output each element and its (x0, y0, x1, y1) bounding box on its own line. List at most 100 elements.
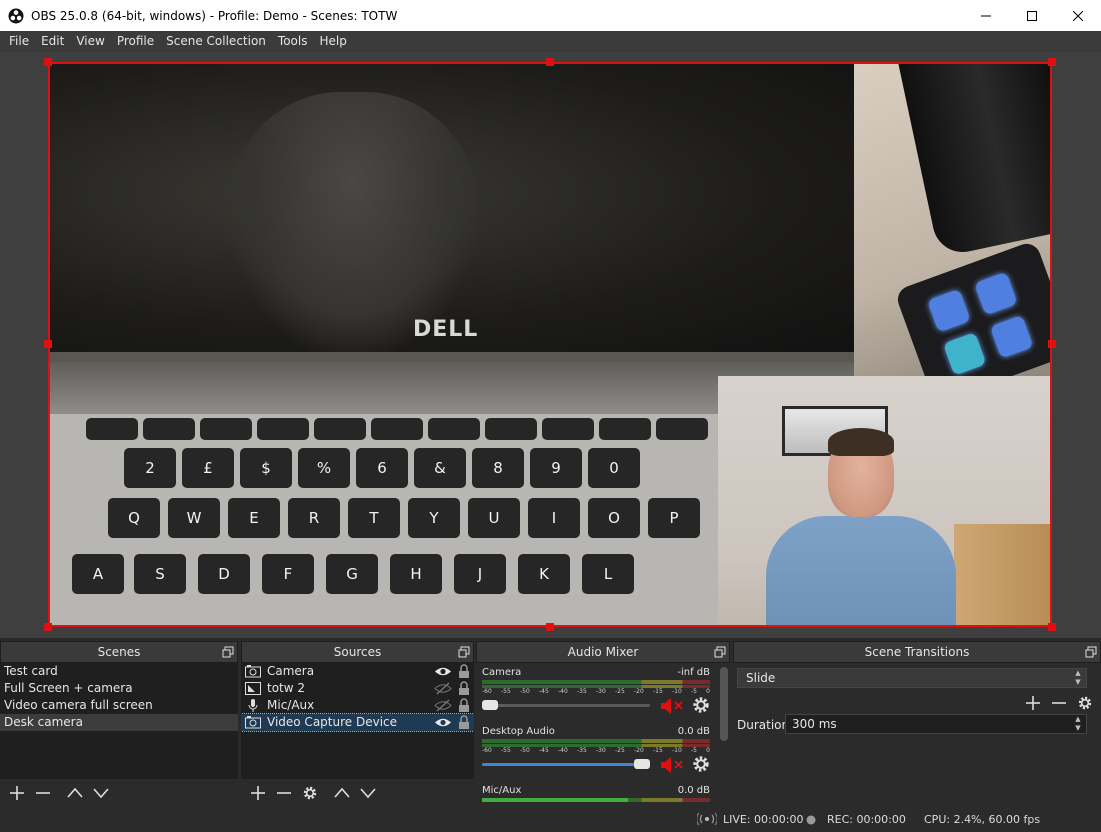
keyboard-key (485, 418, 537, 440)
resize-handle[interactable] (44, 58, 52, 66)
record-dot-icon (806, 815, 816, 825)
scale-tick: -55 (501, 688, 511, 695)
lock-icon[interactable] (458, 698, 470, 713)
keyboard-key (86, 418, 138, 440)
scene-item[interactable]: Full Screen + camera (0, 680, 238, 697)
scene-transitions-dock-header: Scene Transitions (733, 641, 1101, 663)
resize-handle[interactable] (546, 58, 554, 66)
plus-icon (1026, 696, 1040, 710)
source-item[interactable]: Mic/Aux (241, 697, 474, 714)
stream-deck-key (989, 314, 1034, 359)
scenes-title: Scenes (97, 645, 141, 659)
maximize-button[interactable] (1009, 0, 1055, 31)
visibility-hidden-icon[interactable] (434, 682, 452, 695)
source-label: totw 2 (267, 681, 306, 695)
sources-title: Sources (333, 645, 382, 659)
menu-scene-collection[interactable]: Scene Collection (160, 31, 272, 52)
meter-scale: -60 -55 -50 -45 -40 -35 -30 -25 -20 -15 -10 -5 0 (482, 747, 710, 754)
preview-area[interactable]: DELL 2 £ $ % 6 & 8 9 0 Q W E R T Y U I O… (0, 52, 1101, 638)
menu-help[interactable]: Help (313, 31, 352, 52)
muted-speaker-icon[interactable] (660, 756, 684, 774)
muted-speaker-icon[interactable] (660, 697, 684, 715)
remove-scene-button[interactable] (30, 781, 56, 805)
keyboard-key: 8 (472, 448, 524, 488)
live-timer: LIVE: 00:00:00 (723, 813, 804, 826)
move-source-up-button[interactable] (329, 781, 355, 805)
stream-deck-key (942, 332, 987, 376)
scene-item-selected[interactable]: Desk camera (0, 714, 238, 731)
menu-edit[interactable]: Edit (35, 31, 70, 52)
scale-tick: -55 (501, 747, 511, 754)
close-button[interactable] (1055, 0, 1101, 31)
gear-icon[interactable] (692, 755, 710, 773)
menu-tools[interactable]: Tools (272, 31, 314, 52)
visibility-eye-icon[interactable] (434, 665, 452, 678)
source-label: Mic/Aux (267, 698, 315, 712)
preview-canvas[interactable]: DELL 2 £ $ % 6 & 8 9 0 Q W E R T Y U I O… (48, 62, 1052, 627)
transition-select[interactable]: Slide ▲ ▼ (737, 668, 1087, 688)
scene-transitions-dock: Scene Transitions Slide ▲ ▼ Duration 300 … (733, 641, 1101, 806)
spin-arrows-icon[interactable]: ▲ ▼ (1070, 715, 1086, 733)
source-item[interactable]: totw 2 (241, 680, 474, 697)
scale-tick: -5 (691, 747, 697, 754)
add-transition-button[interactable] (1020, 691, 1046, 715)
gear-icon[interactable] (692, 696, 710, 714)
keyboard-key (656, 418, 708, 440)
menu-bar: File Edit View Profile Scene Collection … (0, 31, 1101, 52)
audio-mixer-dock-header: Audio Mixer (476, 641, 730, 663)
float-dock-icon[interactable] (1085, 646, 1097, 658)
visibility-hidden-icon[interactable] (434, 699, 452, 712)
volume-slider-knob[interactable] (482, 700, 498, 710)
float-dock-icon[interactable] (458, 646, 470, 658)
float-dock-icon[interactable] (714, 646, 726, 658)
duration-label: Duration (737, 718, 790, 732)
keyboard-key: 2 (124, 448, 176, 488)
add-scene-button[interactable] (4, 781, 30, 805)
rec-timer: REC: 00:00:00 (827, 813, 906, 826)
keyboard-key (371, 418, 423, 440)
remove-source-button[interactable] (271, 781, 297, 805)
source-item[interactable]: Camera (241, 663, 474, 680)
source-label: Video Capture Device (267, 715, 398, 729)
move-scene-down-button[interactable] (88, 781, 114, 805)
menu-profile[interactable]: Profile (111, 31, 160, 52)
keyboard-key: Q (108, 498, 160, 538)
keyboard-key: F (262, 554, 314, 594)
mixer-scrollbar[interactable] (720, 667, 728, 741)
resize-handle[interactable] (1048, 58, 1056, 66)
image-icon (245, 682, 261, 695)
remove-transition-button[interactable] (1046, 691, 1072, 715)
resize-handle[interactable] (44, 623, 52, 631)
duration-value: 300 ms (792, 717, 837, 731)
move-source-down-button[interactable] (355, 781, 381, 805)
volume-slider-knob[interactable] (634, 759, 650, 769)
menu-file[interactable]: File (3, 31, 35, 52)
volume-slider[interactable] (482, 700, 650, 710)
resize-handle[interactable] (546, 623, 554, 631)
float-dock-icon[interactable] (222, 646, 234, 658)
keyboard-key: R (288, 498, 340, 538)
transition-properties-button[interactable] (1072, 691, 1098, 715)
move-scene-up-button[interactable] (62, 781, 88, 805)
scenes-list: Test card Full Screen + camera Video cam… (0, 663, 238, 779)
volume-slider[interactable] (482, 759, 650, 769)
scene-item[interactable]: Video camera full screen (0, 697, 238, 714)
scene-item[interactable]: Test card (0, 663, 238, 680)
source-properties-button[interactable] (297, 781, 323, 805)
lock-icon[interactable] (458, 715, 470, 730)
keyboard-key (542, 418, 594, 440)
visibility-eye-icon[interactable] (434, 716, 452, 729)
duration-spinbox[interactable]: 300 ms ▲ ▼ (785, 714, 1087, 734)
keyboard-key: £ (182, 448, 234, 488)
lock-icon[interactable] (458, 681, 470, 696)
source-item-selected[interactable]: Video Capture Device (241, 713, 474, 732)
resize-handle[interactable] (1048, 340, 1056, 348)
lock-icon[interactable] (458, 664, 470, 679)
resize-handle[interactable] (44, 340, 52, 348)
menu-view[interactable]: View (70, 31, 110, 52)
scale-tick: -60 (482, 747, 492, 754)
microphone-icon (248, 699, 258, 712)
resize-handle[interactable] (1048, 623, 1056, 631)
add-source-button[interactable] (245, 781, 271, 805)
minimize-button[interactable] (963, 0, 1009, 31)
